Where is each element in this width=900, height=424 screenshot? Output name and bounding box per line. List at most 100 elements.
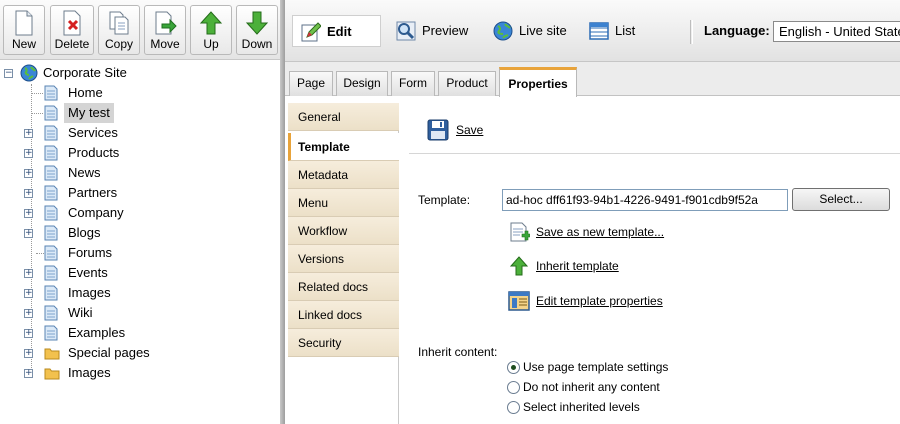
expand-toggle[interactable]: + [24, 149, 33, 158]
section-linked-docs[interactable]: Linked docs [288, 301, 399, 329]
up-button-label: Up [203, 37, 219, 51]
inherit-arrow-icon [509, 256, 529, 276]
expand-toggle[interactable]: + [24, 269, 33, 278]
tree-root-label: Corporate Site [43, 65, 127, 80]
section-menu[interactable]: Menu [288, 189, 399, 217]
language-label: Language: [704, 23, 770, 38]
tree-connector [36, 253, 44, 254]
tab-form[interactable]: Form [391, 71, 435, 96]
tree-connector [31, 93, 43, 94]
tab-page[interactable]: Page [289, 71, 333, 96]
page-icon [44, 245, 58, 261]
page-icon [44, 205, 58, 221]
page-icon [44, 325, 58, 341]
folder-icon [44, 368, 60, 380]
page-icon [44, 105, 58, 121]
down-button[interactable]: Down [236, 5, 278, 55]
inherit-content-label: Inherit content: [418, 345, 498, 359]
expand-toggle[interactable]: + [24, 289, 33, 298]
page-icon [44, 185, 58, 201]
globe-icon [493, 21, 513, 41]
radio-label: Do not inherit any content [523, 380, 660, 394]
expand-toggle[interactable]: + [24, 349, 33, 358]
radio-button[interactable] [507, 381, 520, 394]
section-template[interactable]: Template [288, 133, 399, 161]
tree-item-label: Company [68, 205, 124, 220]
up-button[interactable]: Up [190, 5, 232, 55]
expand-toggle[interactable]: + [24, 329, 33, 338]
save-link[interactable]: Save [456, 123, 483, 137]
radio-label: Select inherited levels [523, 400, 640, 414]
copy-documents-icon [109, 11, 129, 35]
tree-item-label: Images [68, 285, 111, 300]
expand-toggle[interactable]: + [24, 309, 33, 318]
expand-toggle[interactable]: + [24, 189, 33, 198]
folder-icon [44, 348, 60, 360]
edit-pencil-icon [301, 22, 321, 42]
delete-button[interactable]: Delete [50, 5, 94, 55]
save-bar: Save [409, 103, 900, 154]
inherit-template-text: Inherit template [536, 259, 619, 273]
mode-live-site[interactable]: Live site [485, 15, 575, 47]
tree-connector [31, 113, 43, 114]
mode-preview[interactable]: Preview [388, 15, 478, 47]
magnifier-icon [396, 21, 416, 41]
new-button-label: New [11, 37, 36, 51]
tab-product[interactable]: Product [438, 71, 496, 96]
collapse-toggle[interactable]: − [4, 69, 13, 78]
tree-item-label: Special pages [68, 345, 150, 360]
tree-item-label: Forums [68, 245, 113, 260]
new-button[interactable]: New [3, 5, 45, 55]
language-select[interactable]: English - United States [773, 21, 900, 42]
page-icon [44, 265, 58, 281]
page-icon [44, 125, 58, 141]
save-as-new-template-text: Save as new template... [536, 225, 665, 239]
tree-item-label: Blogs [68, 225, 101, 240]
tree-toolbar: New Delete Copy Move Up Down [0, 0, 280, 60]
properties-sections: General Template Metadata Menu Workflow … [288, 103, 399, 424]
expand-toggle[interactable]: + [24, 369, 33, 378]
expand-toggle[interactable]: + [24, 209, 33, 218]
page-icon [44, 165, 58, 181]
copy-button[interactable]: Copy [98, 5, 140, 55]
select-template-button[interactable]: Select... [792, 188, 890, 211]
delete-document-icon [63, 10, 81, 36]
tree-item-label: Home [68, 85, 103, 100]
expand-toggle[interactable]: + [24, 129, 33, 138]
radio-button[interactable] [507, 401, 520, 414]
expand-toggle[interactable]: + [24, 169, 33, 178]
move-button[interactable]: Move [144, 5, 186, 55]
arrow-up-icon [199, 11, 223, 35]
template-properties-panel: Save Template: ad-hoc dff61f93-94b1-4226… [400, 103, 900, 424]
mode-edit[interactable]: Edit [292, 15, 381, 47]
section-metadata[interactable]: Metadata [288, 161, 399, 189]
mode-list-label: List [615, 23, 636, 38]
template-label: Template: [418, 193, 471, 207]
tree-item-label: Partners [68, 185, 118, 200]
section-related-docs[interactable]: Related docs [288, 273, 399, 301]
section-workflow[interactable]: Workflow [288, 217, 399, 245]
tree-item-label: News [68, 165, 101, 180]
radio-button-checked[interactable] [507, 361, 520, 374]
page-icon [44, 285, 58, 301]
mode-list[interactable]: List [581, 15, 651, 47]
delete-button-label: Delete [54, 37, 90, 51]
page-icon [44, 305, 58, 321]
move-document-icon [155, 11, 177, 35]
move-button-label: Move [150, 37, 180, 51]
section-versions[interactable]: Versions [288, 245, 399, 273]
section-security[interactable]: Security [288, 329, 399, 357]
section-general[interactable]: General [288, 103, 399, 131]
template-field[interactable]: ad-hoc dff61f93-94b1-4226-9491-f901cdb9f… [502, 189, 788, 211]
down-button-label: Down [241, 37, 273, 51]
page-icon [44, 145, 58, 161]
arrow-down-icon [245, 11, 269, 35]
tree-item-label: Images [68, 365, 111, 380]
new-document-icon [15, 10, 33, 36]
floppy-disk-icon[interactable] [427, 119, 449, 141]
tree-item-label: Wiki [68, 305, 93, 320]
tab-properties[interactable]: Properties [499, 67, 577, 97]
expand-toggle[interactable]: + [24, 229, 33, 238]
mode-preview-label: Preview [422, 23, 469, 38]
tab-design[interactable]: Design [336, 71, 388, 96]
